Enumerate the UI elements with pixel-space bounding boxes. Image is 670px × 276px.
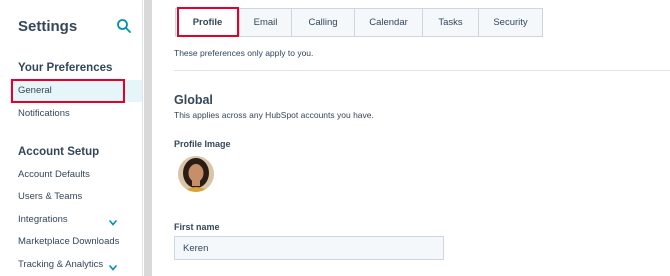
tab-calling[interactable]: Calling: [291, 8, 354, 37]
section-your-preferences: Your Preferences: [18, 62, 113, 74]
preferences-intro: These preferences only apply to you.: [174, 48, 314, 58]
sidebar-item-tracking-analytics[interactable]: Tracking & Analytics: [10, 254, 142, 276]
sidebar-item-notifications[interactable]: Notifications: [10, 103, 142, 125]
divider: [174, 70, 670, 71]
sidebar-item-label: Tracking & Analytics: [18, 259, 104, 270]
tab-security[interactable]: Security: [478, 8, 543, 37]
highlight-general: [11, 79, 125, 103]
profile-image-label: Profile Image: [174, 139, 231, 149]
sidebar-item-account-defaults[interactable]: Account Defaults: [10, 164, 142, 186]
tab-email[interactable]: Email: [239, 8, 291, 37]
tab-calendar[interactable]: Calendar: [354, 8, 422, 37]
global-section-title: Global: [174, 93, 213, 107]
section-account-setup: Account Setup: [18, 146, 100, 158]
search-icon[interactable]: [116, 18, 134, 36]
tab-tasks[interactable]: Tasks: [422, 8, 478, 37]
highlight-profile-tab: [177, 7, 239, 37]
sidebar-header: Settings: [18, 18, 131, 38]
chevron-down-icon: [108, 260, 118, 271]
sidebar-scrollbar[interactable]: [144, 0, 152, 276]
global-section-subtitle: This applies across any HubSpot accounts…: [174, 110, 374, 120]
sidebar-item-marketplace-downloads[interactable]: Marketplace Downloads: [10, 231, 142, 253]
first-name-label: First name: [174, 222, 220, 232]
settings-sidebar: Settings Your Preferences General Notifi…: [0, 0, 143, 276]
sidebar-title: Settings: [18, 18, 78, 35]
sidebar-item-integrations[interactable]: Integrations: [10, 209, 142, 231]
profile-avatar[interactable]: [178, 156, 214, 192]
main-content: Profile Email Calling Calendar Tasks Sec…: [152, 0, 670, 276]
sidebar-item-users-teams[interactable]: Users & Teams: [10, 186, 142, 208]
first-name-input[interactable]: [174, 236, 444, 260]
sidebar-item-label: Integrations: [18, 214, 68, 225]
chevron-down-icon: [108, 215, 118, 226]
